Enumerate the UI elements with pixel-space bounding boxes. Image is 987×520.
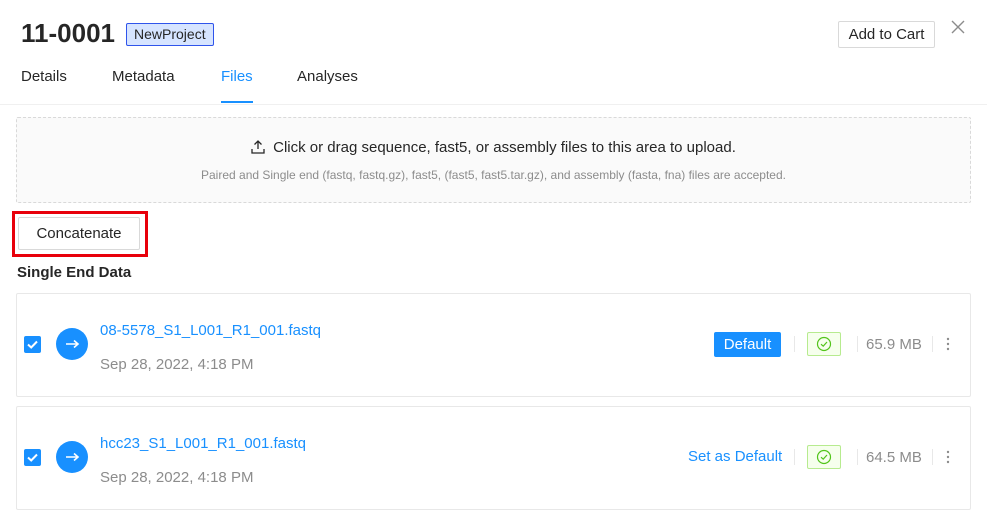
tab-metadata[interactable]: Metadata: [112, 68, 175, 85]
more-options-icon[interactable]: [945, 336, 951, 352]
file-size: 64.5 MB: [866, 449, 922, 466]
divider: [932, 336, 933, 352]
file-card: 08-5578_S1_L001_R1_001.fastq Sep 28, 202…: [16, 293, 971, 397]
concatenate-button[interactable]: Concatenate: [18, 217, 140, 250]
concatenate-highlight: Concatenate: [12, 211, 148, 257]
check-circle-icon: [816, 336, 832, 352]
file-name-link[interactable]: 08-5578_S1_L001_R1_001.fastq: [100, 322, 321, 339]
project-tag: NewProject: [126, 23, 214, 46]
default-badge: Default: [714, 332, 781, 357]
divider: [932, 449, 933, 465]
divider: [857, 449, 858, 465]
check-circle-icon: [816, 449, 832, 465]
tab-bar: Details Metadata Files Analyses: [0, 64, 987, 105]
add-to-cart-button[interactable]: Add to Cart: [838, 21, 935, 48]
tab-analyses[interactable]: Analyses: [297, 68, 358, 85]
upload-main-text: Click or drag sequence, fast5, or assemb…: [273, 139, 736, 156]
file-date: Sep 28, 2022, 4:18 PM: [100, 469, 254, 486]
upload-hint-text: Paired and Single end (fastq, fastq.gz),…: [201, 168, 786, 182]
upload-dropzone[interactable]: Click or drag sequence, fast5, or assemb…: [16, 117, 971, 203]
set-as-default-link[interactable]: Set as Default: [688, 448, 782, 465]
upload-icon: [251, 140, 265, 154]
file-size: 65.9 MB: [866, 336, 922, 353]
arrow-right-icon: [56, 328, 88, 360]
qc-status-badge: [807, 332, 841, 356]
divider: [857, 336, 858, 352]
file-card: hcc23_S1_L001_R1_001.fastq Sep 28, 2022,…: [16, 406, 971, 510]
divider: [794, 449, 795, 465]
divider: [794, 336, 795, 352]
close-icon[interactable]: [949, 18, 967, 36]
page-title: 11-0001: [21, 18, 115, 48]
arrow-right-icon: [56, 441, 88, 473]
file-checkbox[interactable]: [24, 336, 41, 353]
file-name-link[interactable]: hcc23_S1_L001_R1_001.fastq: [100, 435, 306, 452]
file-date: Sep 28, 2022, 4:18 PM: [100, 356, 254, 373]
section-title: Single End Data: [17, 264, 132, 281]
more-options-icon[interactable]: [945, 449, 951, 465]
tab-files[interactable]: Files: [221, 68, 253, 85]
active-tab-indicator: [221, 101, 253, 103]
file-checkbox[interactable]: [24, 449, 41, 466]
qc-status-badge: [807, 445, 841, 469]
tab-details[interactable]: Details: [21, 68, 67, 85]
